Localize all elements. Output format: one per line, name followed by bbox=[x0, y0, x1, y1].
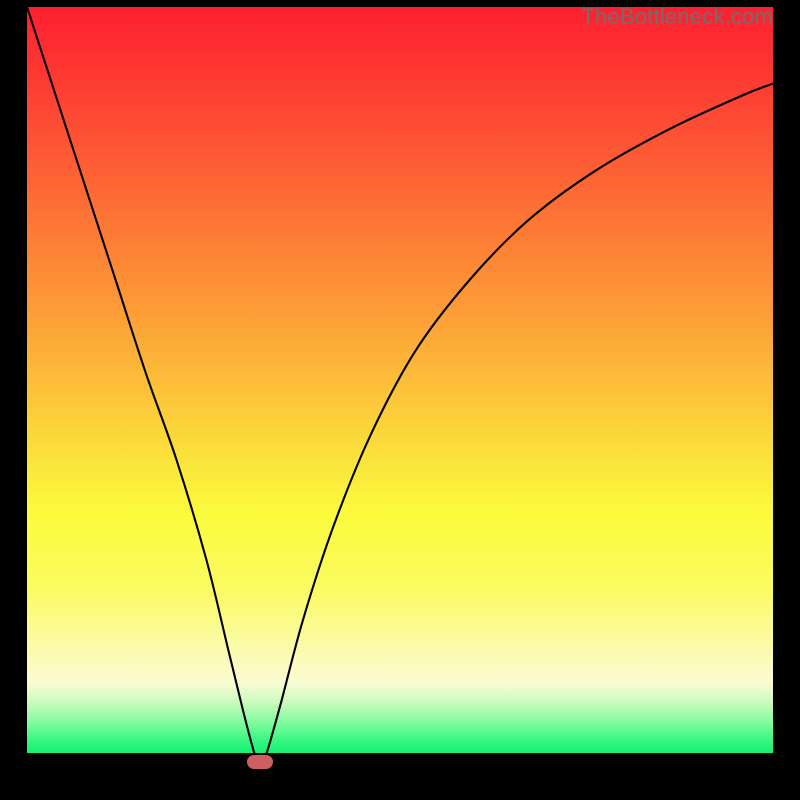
bottleneck-curve bbox=[27, 7, 773, 773]
minimum-marker bbox=[247, 755, 273, 769]
chart-frame: TheBottleneck.com bbox=[0, 0, 800, 800]
watermark-label: TheBottleneck.com bbox=[581, 4, 773, 30]
plot-area bbox=[27, 7, 773, 773]
